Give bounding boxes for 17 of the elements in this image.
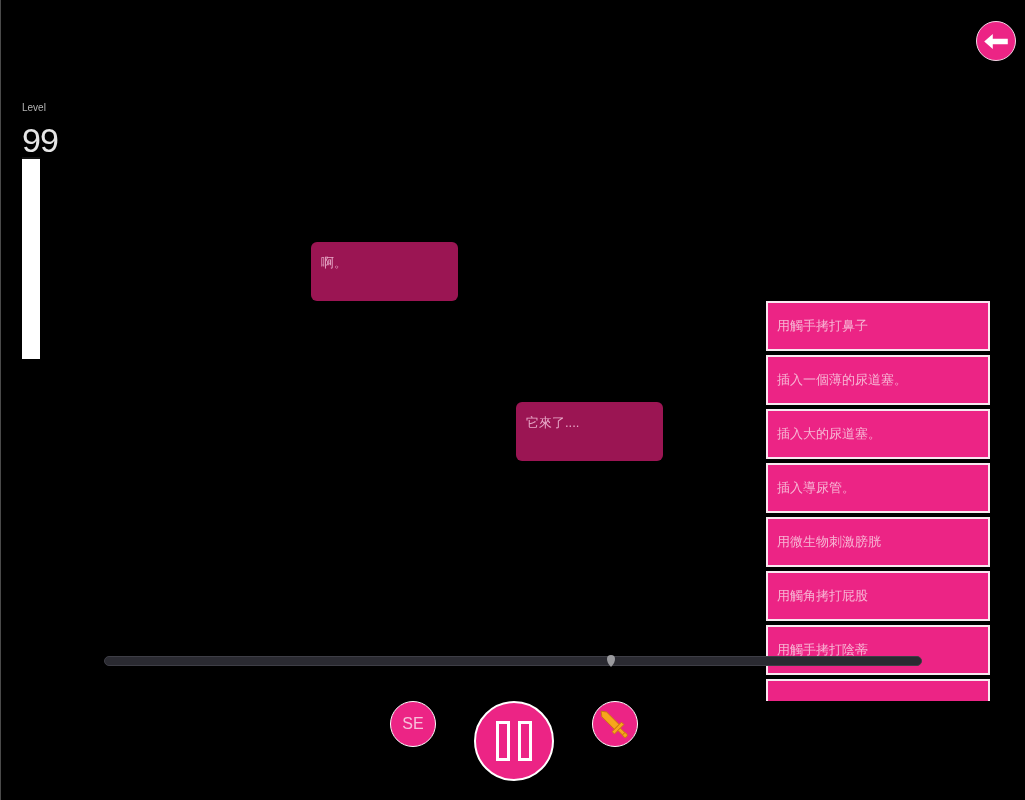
seek-slider-overlay[interactable] [104,656,922,666]
level-value: 99 [22,124,58,156]
action-option[interactable]: 插入一個薄的尿道塞。 [766,355,990,405]
sword-button[interactable] [592,701,638,747]
message-bubble: 它來了.... [516,402,663,461]
sword-icon [600,709,630,739]
action-option[interactable]: 插入導尿管。 [766,463,990,513]
back-button[interactable] [976,21,1016,61]
back-arrow-icon [984,33,1008,49]
slider-thumb[interactable] [606,655,615,667]
action-option[interactable]: 插入大的尿道塞。 [766,409,990,459]
message-bubble: 啊。 [311,242,458,301]
action-option[interactable]: 用觸角拷打屁股 [766,571,990,621]
se-button[interactable]: SE [390,701,436,747]
level-label: Level [22,102,46,114]
action-option[interactable]: 用觸手拷打鼻子 [766,301,990,351]
action-option[interactable]: 用微生物刺激膀胱 [766,517,990,567]
